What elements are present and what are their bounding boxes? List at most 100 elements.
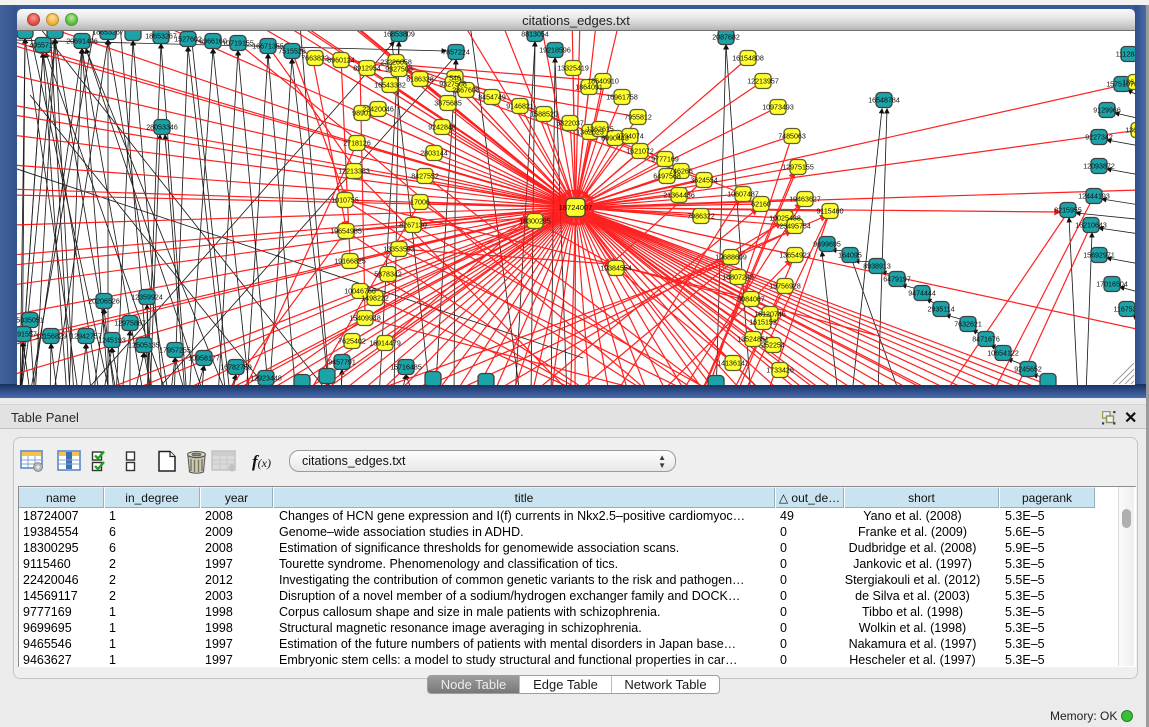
svg-text:12444193: 12444193	[1078, 193, 1110, 201]
svg-text:9242848: 9242848	[428, 124, 456, 132]
svg-text:14136141: 14136141	[717, 360, 749, 368]
svg-text:12213957: 12213957	[747, 78, 779, 86]
svg-text:9457791: 9457791	[328, 359, 356, 367]
svg-text:16543382: 16543382	[374, 82, 406, 90]
svg-text:12093872: 12093872	[1083, 163, 1115, 171]
svg-text:1391557: 1391557	[17, 331, 37, 339]
svg-text:9146821: 9146821	[506, 103, 534, 111]
svg-text:15692971: 15692971	[1083, 252, 1115, 260]
svg-text:10607487: 10607487	[727, 191, 759, 199]
svg-text:10688609: 10688609	[715, 254, 747, 262]
svg-text:9794074: 9794074	[616, 133, 644, 141]
svg-text:20691406: 20691406	[66, 38, 98, 46]
svg-text:16154808: 16154808	[732, 55, 764, 63]
svg-text:1615152: 1615152	[749, 319, 777, 327]
svg-text:6497568: 6497568	[653, 173, 681, 181]
svg-text:12213383: 12213383	[338, 168, 370, 176]
svg-text:5035051: 5035051	[17, 317, 44, 325]
svg-text:1864093: 1864093	[1122, 79, 1135, 87]
svg-text:19463627: 19463627	[789, 196, 821, 204]
svg-text:9699695: 9699695	[813, 241, 841, 249]
svg-text:8427552: 8427552	[411, 173, 439, 181]
svg-text:12975887: 12975887	[114, 320, 146, 328]
svg-text:12942757: 12942757	[70, 333, 102, 341]
svg-text:23495754: 23495754	[779, 223, 811, 231]
svg-text:7955812: 7955812	[624, 114, 652, 122]
svg-text:12359924: 12359924	[131, 294, 163, 302]
svg-text:9129966: 9129966	[1093, 107, 1121, 115]
svg-text:8186328: 8186328	[406, 76, 434, 84]
svg-text:8267130: 8267130	[399, 222, 427, 230]
svg-text:1498222: 1498222	[361, 295, 389, 303]
svg-text:12156829: 12156829	[35, 333, 67, 341]
svg-text:19166825: 19166825	[334, 258, 366, 266]
svg-text:17006: 17006	[410, 199, 430, 207]
svg-text:10973493: 10973493	[762, 104, 794, 112]
svg-text:1167533: 1167533	[1113, 306, 1135, 314]
svg-text:18653267: 18653267	[145, 33, 177, 41]
svg-text:8938913: 8938913	[863, 263, 891, 271]
svg-text:12505135: 12505135	[128, 342, 160, 350]
svg-text:6479197: 6479197	[883, 276, 911, 284]
svg-text:20206526: 20206526	[88, 298, 120, 306]
svg-text:2803144: 2803144	[420, 150, 448, 158]
svg-text:8215955: 8215955	[1054, 207, 1082, 215]
svg-text:16548784: 16548784	[868, 97, 900, 105]
svg-text:10719155: 10719155	[222, 40, 254, 48]
svg-text:18300295: 18300295	[519, 218, 551, 226]
svg-text:2935114: 2935114	[927, 306, 954, 314]
svg-text:9084067: 9084067	[737, 296, 765, 304]
svg-text:8960124: 8960124	[327, 57, 355, 65]
svg-text:2718126: 2718126	[343, 140, 371, 148]
svg-text:9245652: 9245652	[1014, 366, 1042, 374]
svg-text:21364436: 21364436	[663, 192, 695, 200]
svg-text:16210643: 16210643	[1075, 222, 1107, 230]
svg-text:252254: 252254	[761, 342, 785, 350]
svg-text:8912954: 8912954	[353, 65, 381, 73]
svg-text:1864091: 1864091	[575, 84, 603, 92]
svg-text:16961758: 16961758	[606, 94, 638, 102]
svg-text:13325419: 13325419	[557, 65, 589, 73]
svg-text:16807249: 16807249	[722, 274, 754, 282]
svg-text:1527602: 1527602	[174, 36, 202, 44]
svg-text:1010755: 1010755	[331, 197, 359, 205]
svg-text:5878342: 5878342	[374, 271, 402, 279]
svg-text:8471676: 8471676	[972, 336, 1000, 344]
svg-text:18724007: 18724007	[559, 203, 593, 212]
svg-text:12923448: 12923448	[250, 375, 282, 383]
svg-text:12975155: 12975155	[782, 164, 814, 172]
svg-text:10025438: 10025438	[769, 215, 801, 223]
svg-text:7485063: 7485063	[778, 133, 806, 141]
svg-text:98901: 98901	[352, 110, 372, 118]
svg-text:1588520: 1588520	[530, 111, 558, 119]
svg-text:7632621: 7632621	[954, 321, 982, 329]
svg-text:2087682: 2087682	[712, 34, 740, 42]
svg-text:10958177: 10958177	[188, 355, 220, 363]
svg-text:16120746: 16120746	[754, 311, 786, 319]
svg-text:9327505: 9327505	[385, 66, 413, 74]
svg-text:17016504: 17016504	[1096, 281, 1128, 289]
svg-text:10654122: 10654122	[987, 350, 1019, 358]
svg-text:15409948: 15409948	[349, 315, 381, 323]
svg-text:7663822: 7663822	[301, 55, 329, 63]
svg-text:16853809: 16853809	[383, 31, 415, 39]
svg-text:13353593: 13353593	[383, 246, 415, 254]
svg-text:3875685: 3875685	[434, 100, 462, 108]
svg-text:8813054: 8813054	[521, 31, 549, 39]
svg-text:9227342: 9227342	[1085, 134, 1113, 142]
svg-text:62160: 62160	[751, 201, 771, 209]
svg-text:1362615: 1362615	[586, 126, 614, 134]
svg-text:8454749: 8454749	[478, 94, 506, 102]
svg-text:7986322: 7986322	[687, 213, 715, 221]
svg-text:19384554: 19384554	[600, 265, 632, 273]
svg-text:19756928: 19756928	[769, 283, 801, 291]
svg-text:1245193: 1245193	[98, 337, 126, 345]
svg-text:16782759: 16782759	[220, 364, 252, 372]
svg-text:16914479: 16914479	[369, 340, 401, 348]
svg-text:9777169: 9777169	[651, 156, 679, 164]
svg-text:5822037: 5822037	[556, 120, 584, 128]
svg-text:3624554: 3624554	[690, 177, 718, 185]
svg-text:15716485: 15716485	[390, 364, 422, 372]
svg-text:1366409: 1366409	[1125, 127, 1135, 135]
svg-text:19218596: 19218596	[539, 47, 571, 55]
